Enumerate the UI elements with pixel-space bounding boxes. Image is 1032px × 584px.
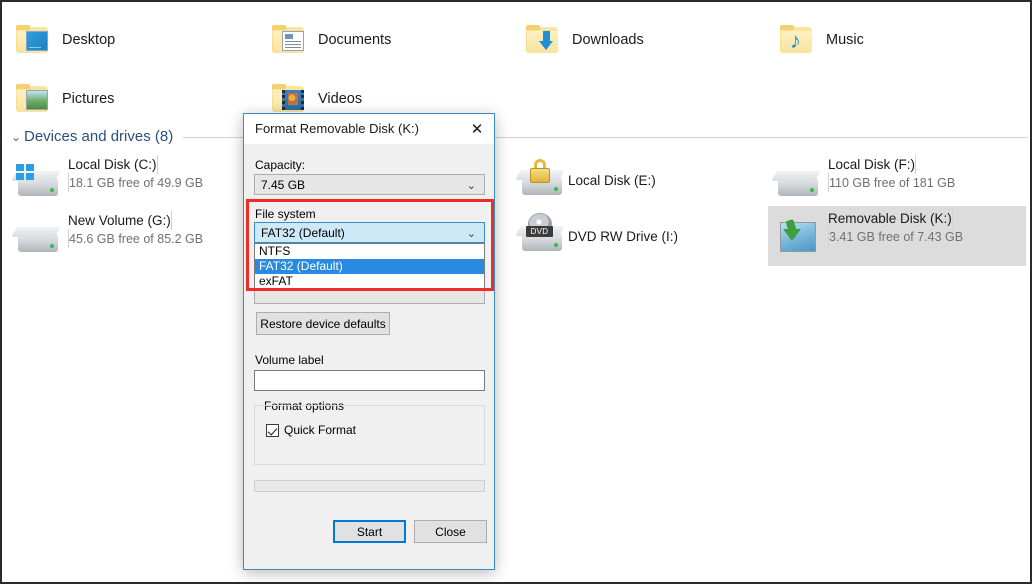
folder-item-desktop[interactable]: Desktop [16,20,115,60]
drive-name: Removable Disk (K:) [828,211,952,226]
allocation-unit-size-select[interactable] [254,290,485,304]
dialog-title: Format Removable Disk (K:) [255,121,419,136]
folder-desktop-icon [16,25,50,55]
capacity-value: 7.45 GB [261,177,306,192]
capacity-select[interactable]: 7.45 GB ⌄ [254,174,485,195]
drive-free-space: 45.6 GB free of 85.2 GB [69,232,204,246]
drive-tile-local-disk-f[interactable]: Local Disk (F:) 110 GB free of 181 GB [768,152,1026,212]
folder-item-music[interactable]: ♪ Music [780,20,864,60]
drive-name: Local Disk (F:) [828,157,916,172]
folder-label: Videos [318,91,363,107]
quick-format-checkbox-row[interactable]: Quick Format [266,423,356,437]
folder-label: Music [826,32,864,48]
drive-tile-new-volume-g[interactable]: New Volume (G:) 45.6 GB free of 85.2 GB [8,208,266,268]
drive-name: Local Disk (E:) [568,172,656,188]
volume-label-input[interactable] [254,370,485,391]
format-progress-bar [254,480,485,492]
start-button[interactable]: Start [333,520,406,543]
drive-name: Local Disk (C:) [68,157,157,172]
devices-and-drives-header[interactable]: ⌄ Devices and drives (8) [8,128,1028,145]
file-system-value: FAT32 (Default) [261,225,345,240]
hard-drive-icon [14,218,64,262]
folder-music-icon: ♪ [780,25,814,55]
chevron-down-icon: ⌄ [466,179,476,192]
folder-item-downloads[interactable]: Downloads [526,20,644,60]
windows-drive-icon [14,162,64,206]
file-system-option-ntfs[interactable]: NTFS [255,244,484,259]
dvd-drive-icon: DVD [518,213,568,261]
folder-label: Pictures [62,91,115,107]
folder-label: Downloads [572,32,644,48]
file-system-dropdown-list[interactable]: NTFS FAT32 (Default) exFAT [254,243,485,290]
dialog-titlebar: Format Removable Disk (K:) ✕ [244,114,494,144]
drive-name: New Volume (G:) [68,213,171,228]
file-system-label: File system [255,207,316,221]
quick-format-label: Quick Format [284,423,357,437]
folder-item-pictures[interactable]: Pictures [16,79,114,119]
format-dialog: Format Removable Disk (K:) ✕ Capacity: 7… [243,113,495,570]
chevron-down-icon[interactable]: ⌄ [8,129,24,145]
drive-free-space: 18.1 GB free of 49.9 GB [69,176,204,190]
capacity-label: Capacity: [255,158,306,172]
close-icon[interactable]: ✕ [460,114,494,143]
close-button[interactable]: Close [414,520,487,543]
disc-icon: DVD [526,213,554,239]
folder-item-documents[interactable]: Documents [272,20,391,60]
drive-tile-removable-disk-k[interactable]: Removable Disk (K:) 3.41 GB free of 7.43… [768,206,1026,266]
checkbox-checked-icon[interactable] [266,423,279,437]
folder-label: Desktop [62,32,116,48]
file-system-select[interactable]: FAT32 (Default) ⌄ [254,222,485,243]
drive-free-space: 110 GB free of 181 GB [829,176,956,190]
lock-icon [530,159,550,183]
drive-name: DVD RW Drive (I:) [568,228,678,244]
drive-free-space: 3.41 GB free of 7.43 GB [829,230,964,244]
folder-videos-icon [272,84,306,114]
locked-drive-icon [518,159,568,205]
folder-downloads-icon [526,25,560,55]
file-explorer-window: Desktop Documents Downloads ♪ Music Pict… [0,0,1032,584]
volume-label-caption: Volume label [255,353,324,367]
file-system-option-fat32[interactable]: FAT32 (Default) [255,259,484,274]
group-title: Devices and drives (8) [24,128,174,145]
windows-logo-icon [16,164,34,180]
hard-drive-icon [774,162,824,206]
drive-tile-local-disk-c[interactable]: Local Disk (C:) 18.1 GB free of 49.9 GB [8,152,266,212]
restore-device-defaults-button[interactable]: Restore device defaults [256,312,390,335]
folder-label: Documents [318,32,392,48]
removable-disk-icon [774,216,824,260]
drive-tile-local-disk-e[interactable]: Local Disk (E:) [512,154,770,206]
file-system-option-exfat[interactable]: exFAT [255,274,484,289]
chevron-down-icon: ⌄ [466,227,476,240]
folder-pictures-icon [16,84,50,114]
quick-access-folder-grid: Desktop Documents Downloads ♪ Music Pict… [2,8,1030,119]
folder-documents-icon [272,25,306,55]
drive-tile-dvd-rw-drive-i[interactable]: DVD DVD RW Drive (I:) [512,210,770,262]
